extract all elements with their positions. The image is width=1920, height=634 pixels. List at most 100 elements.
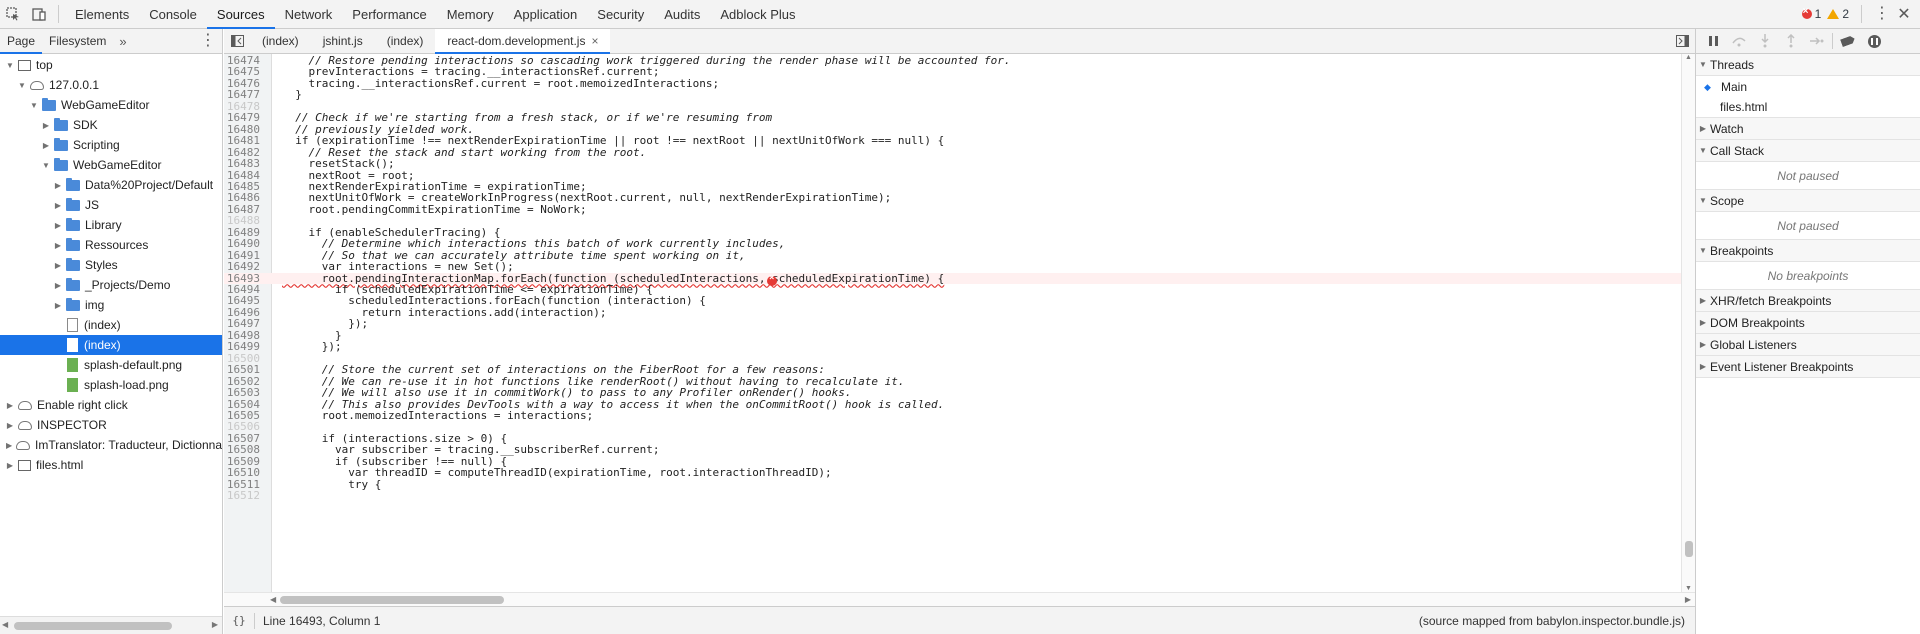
step-out-button[interactable] — [1780, 31, 1802, 51]
scope-section-header[interactable]: ▼ Scope — [1696, 190, 1920, 212]
scroll-left-arrow-icon[interactable]: ◀ — [2, 620, 8, 629]
tab-page[interactable]: Page — [0, 29, 43, 54]
call-stack-section-header[interactable]: ▼ Call Stack — [1696, 140, 1920, 162]
expanded-triangle-icon[interactable]: ▼ — [16, 81, 28, 90]
tab-security[interactable]: Security — [587, 0, 654, 29]
tree-item[interactable]: ▶ JS — [0, 195, 222, 215]
code-line[interactable]: 16487 root.pendingCommitExpirationTime =… — [224, 203, 1686, 215]
line-number[interactable]: 16499 — [224, 341, 266, 353]
pretty-print-button[interactable]: {} — [224, 614, 254, 627]
tree-item[interactable]: ▶ Library — [0, 215, 222, 235]
pause-on-exceptions-button[interactable] — [1863, 31, 1885, 51]
thread-files-html[interactable]: files.html — [1696, 97, 1920, 118]
tree-item[interactable]: ▼ top — [0, 55, 222, 75]
step-over-button[interactable] — [1728, 31, 1750, 51]
code-line[interactable]: 16490 // Determine which interactions th… — [224, 238, 1686, 250]
step-button[interactable] — [1806, 31, 1828, 51]
scroll-left-arrow-icon[interactable]: ◀ — [270, 595, 276, 604]
line-number[interactable]: 16490 — [224, 238, 266, 250]
tree-item[interactable]: ▶ INSPECTOR — [0, 415, 222, 435]
tree-item[interactable]: splash-default.png — [0, 355, 222, 375]
tab-performance[interactable]: Performance — [342, 0, 436, 29]
dom-breakpoints-section-header[interactable]: ▶ DOM Breakpoints — [1696, 312, 1920, 334]
tree-item[interactable]: (index) — [0, 315, 222, 335]
collapsed-triangle-icon[interactable]: ▶ — [40, 121, 52, 130]
collapsed-triangle-icon[interactable]: ▶ — [52, 181, 64, 190]
line-number[interactable]: 16510 — [224, 467, 266, 479]
tree-item[interactable]: ▼ 127.0.0.1 — [0, 75, 222, 95]
code-line[interactable]: 16510 var threadID = computeThreadID(exp… — [224, 467, 1686, 479]
threads-section-header[interactable]: ▼ Threads — [1696, 54, 1920, 76]
collapsed-triangle-icon[interactable]: ▶ — [52, 301, 64, 310]
code-line[interactable]: 16511 try { — [224, 478, 1686, 490]
file-tab[interactable]: react-dom.development.js × — [435, 28, 611, 54]
code-line[interactable]: 16479 // Check if we're starting from a … — [224, 112, 1686, 124]
expanded-triangle-icon[interactable]: ▼ — [4, 61, 16, 70]
tree-item[interactable]: ▶ img — [0, 295, 222, 315]
expanded-triangle-icon[interactable]: ▼ — [40, 161, 52, 170]
collapsed-triangle-icon[interactable]: ▶ — [52, 221, 64, 230]
scroll-right-arrow-icon[interactable]: ▶ — [212, 620, 218, 629]
line-number[interactable]: 16492 — [224, 261, 266, 273]
toggle-navigator-icon[interactable] — [224, 29, 250, 54]
code-line[interactable]: 16512 — [224, 490, 1686, 502]
tree-item[interactable]: ▼ WebGameEditor — [0, 155, 222, 175]
tree-item[interactable]: ▶ Styles — [0, 255, 222, 275]
tree-item[interactable]: (index) — [0, 335, 222, 355]
tab-elements[interactable]: Elements — [65, 0, 139, 29]
tree-item[interactable]: ▶ files.html — [0, 455, 222, 475]
code-line[interactable]: 16492 var interactions = new Set(); — [224, 261, 1686, 273]
tab-adblock-plus[interactable]: Adblock Plus — [710, 0, 805, 29]
tree-item[interactable]: ▶ _Projects/Demo — [0, 275, 222, 295]
collapsed-triangle-icon[interactable]: ▶ — [4, 401, 16, 410]
navigator-menu-icon[interactable]: ⋮ — [200, 33, 216, 49]
scrollbar-thumb[interactable] — [280, 596, 504, 604]
collapsed-triangle-icon[interactable]: ▶ — [52, 241, 64, 250]
tab-console[interactable]: Console — [139, 0, 207, 29]
inspect-element-icon[interactable] — [0, 0, 26, 29]
step-into-button[interactable] — [1754, 31, 1776, 51]
tree-item[interactable]: ▼ WebGameEditor — [0, 95, 222, 115]
line-number[interactable]: 16503 — [224, 387, 266, 399]
navigator-horizontal-scrollbar[interactable]: ◀ ▶ — [0, 616, 222, 634]
code-editor[interactable]: 16474 // Restore pending interactions so… — [224, 54, 1695, 592]
watch-section-header[interactable]: ▶ Watch — [1696, 118, 1920, 140]
toggle-debugger-icon[interactable] — [1669, 29, 1695, 54]
code-line[interactable]: 16483 resetStack(); — [224, 158, 1686, 170]
code-line[interactable]: 16503 // We will also use it in commitWo… — [224, 387, 1686, 399]
tree-item[interactable]: ▶ Scripting — [0, 135, 222, 155]
code-line[interactable]: 16482 // Reset the stack and start worki… — [224, 146, 1686, 158]
line-number[interactable]: 16483 — [224, 158, 266, 170]
tab-memory[interactable]: Memory — [437, 0, 504, 29]
tree-item[interactable]: splash-load.png — [0, 375, 222, 395]
collapsed-triangle-icon[interactable]: ▶ — [4, 461, 16, 470]
tab-audits[interactable]: Audits — [654, 0, 710, 29]
scrollbar-thumb[interactable] — [1685, 541, 1693, 557]
line-number[interactable]: 16481 — [224, 135, 266, 147]
warning-counter[interactable]: 2 — [1827, 7, 1849, 21]
tab-network[interactable]: Network — [275, 0, 343, 29]
collapsed-triangle-icon[interactable]: ▶ — [52, 201, 64, 210]
scroll-down-arrow-icon[interactable]: ▼ — [1685, 585, 1692, 592]
line-number[interactable]: 16512 — [224, 490, 266, 502]
collapsed-triangle-icon[interactable]: ▶ — [4, 441, 14, 450]
source-map-link[interactable]: (source mapped from babylon.inspector.bu… — [1419, 614, 1695, 628]
code-line[interactable]: 16477 } — [224, 89, 1686, 101]
tab-sources[interactable]: Sources — [206, 0, 275, 29]
scroll-right-arrow-icon[interactable]: ▶ — [1685, 595, 1691, 604]
thread-main[interactable]: ◆ Main — [1696, 76, 1920, 97]
tree-item[interactable]: ▶ Enable right click — [0, 395, 222, 415]
code-line[interactable]: 16481 if (expirationTime !== nextRenderE… — [224, 135, 1686, 147]
more-tabs-icon[interactable]: » — [113, 34, 132, 49]
file-tab[interactable]: (index) — [250, 29, 311, 54]
code-line[interactable]: 16501 // Store the current set of intera… — [224, 364, 1686, 376]
collapsed-triangle-icon[interactable]: ▶ — [52, 261, 64, 270]
event-listener-breakpoints-section-header[interactable]: ▶ Event Listener Breakpoints — [1696, 356, 1920, 378]
line-number[interactable]: 16501 — [224, 364, 266, 376]
editor-vertical-scrollbar[interactable]: ▲ ▼ — [1681, 54, 1695, 592]
collapsed-triangle-icon[interactable]: ▶ — [52, 281, 64, 290]
close-devtools-icon[interactable]: ✕ — [1896, 4, 1912, 24]
code-line[interactable]: 16505 root.memoizedInteractions = intera… — [224, 409, 1686, 421]
editor-horizontal-scrollbar[interactable]: ◀ ▶ — [224, 592, 1695, 606]
error-counter[interactable]: 1 — [1801, 6, 1821, 21]
